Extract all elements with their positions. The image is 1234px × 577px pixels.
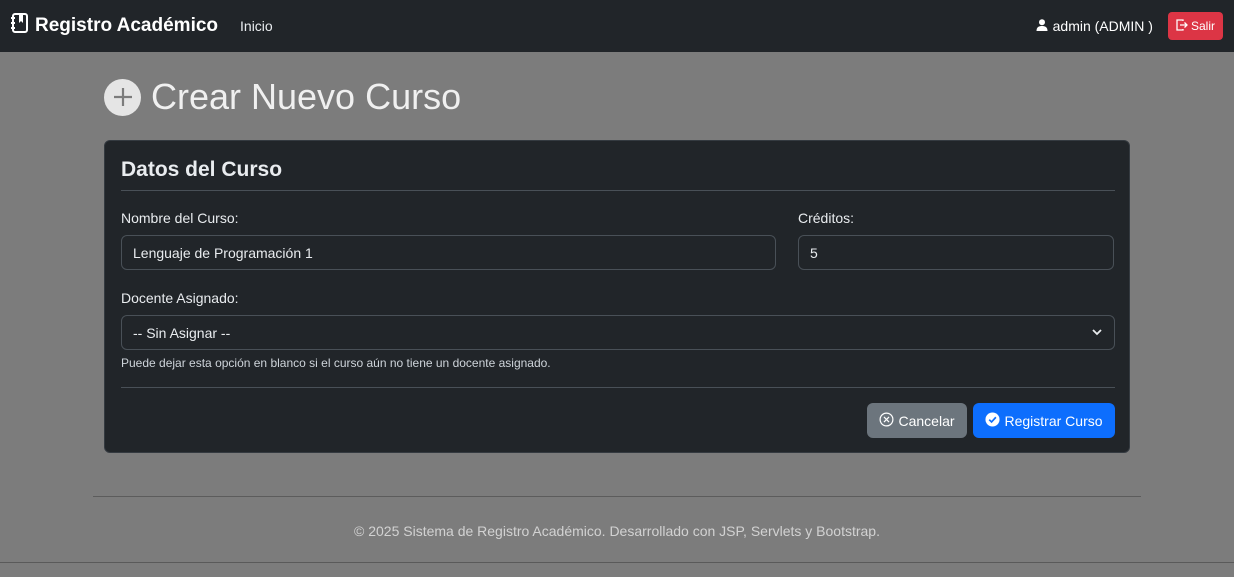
brand-link[interactable]: Registro Académico bbox=[11, 13, 218, 39]
check-circle-icon bbox=[985, 411, 1004, 430]
plus-circle-icon bbox=[104, 78, 141, 116]
person-icon bbox=[1036, 18, 1053, 34]
box-arrow-right-icon bbox=[1176, 18, 1191, 34]
register-course-label: Registrar Curso bbox=[1004, 412, 1103, 429]
creditos-value: 5 bbox=[810, 244, 818, 261]
bottom-divider bbox=[0, 562, 1234, 563]
logout-label: Salir bbox=[1190, 19, 1215, 33]
cancel-button[interactable]: Cancelar bbox=[867, 403, 967, 438]
page-title: Crear Nuevo Curso bbox=[104, 76, 461, 118]
user-info: admin (ADMIN ) bbox=[1036, 18, 1153, 34]
page-title-text: Crear Nuevo Curso bbox=[151, 76, 462, 117]
footer-text: © 2025 Sistema de Registro Académico. De… bbox=[354, 523, 880, 539]
cancel-label: Cancelar bbox=[898, 412, 955, 429]
logout-button[interactable]: Salir bbox=[1167, 12, 1223, 40]
docente-select[interactable]: -- Sin Asignar -- bbox=[121, 315, 1115, 350]
creditos-input[interactable]: 5 bbox=[798, 235, 1114, 270]
nombre-input[interactable]: Lenguaje de Programación 1 bbox=[121, 235, 776, 270]
docente-help-text: Puede dejar esta opción en blanco si el … bbox=[121, 356, 551, 370]
journal-bookmark-icon bbox=[11, 13, 35, 39]
divider bbox=[121, 190, 1115, 191]
nav-link-inicio[interactable]: Inicio bbox=[240, 18, 273, 34]
brand-label: Registro Académico bbox=[35, 15, 219, 36]
docente-label: Docente Asignado: bbox=[121, 290, 239, 306]
nombre-value: Lenguaje de Programación 1 bbox=[133, 244, 313, 261]
course-form-card: Datos del Curso Nombre del Curso: Lengua… bbox=[104, 140, 1130, 453]
navbar-right: admin (ADMIN ) Salir bbox=[1036, 12, 1223, 40]
footer-divider bbox=[93, 496, 1141, 497]
card-title: Datos del Curso bbox=[121, 158, 283, 181]
nombre-label: Nombre del Curso: bbox=[121, 210, 239, 226]
user-label: admin (ADMIN ) bbox=[1052, 18, 1153, 34]
x-circle-icon bbox=[879, 412, 898, 430]
top-navbar: Registro Académico Inicio admin (ADMIN )… bbox=[0, 0, 1234, 52]
register-course-button[interactable]: Registrar Curso bbox=[973, 403, 1115, 438]
creditos-label: Créditos: bbox=[798, 210, 855, 226]
chevron-down-icon bbox=[1091, 325, 1103, 341]
docente-selected: -- Sin Asignar -- bbox=[133, 324, 231, 341]
divider bbox=[121, 387, 1115, 388]
